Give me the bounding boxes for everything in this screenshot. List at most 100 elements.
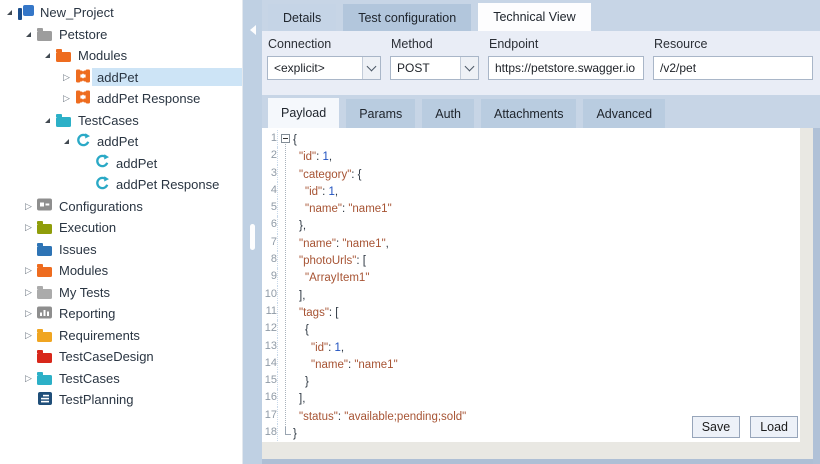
tree-item-reporting[interactable]: ▷Reporting <box>0 303 242 325</box>
folder-icon <box>37 246 52 256</box>
code-line[interactable]: 10], <box>262 286 820 303</box>
tree-item-label: addPet Response <box>111 176 224 194</box>
code-line[interactable]: 6}, <box>262 216 820 233</box>
code-line[interactable]: 15} <box>262 372 820 389</box>
tree-item-testcasedesign[interactable]: TestCaseDesign <box>0 346 242 368</box>
expand-arrow-icon[interactable]: ▷ <box>60 94 73 103</box>
testplanning-icon <box>38 392 52 408</box>
code-text: "photoUrls": [ <box>279 255 366 267</box>
code-line[interactable]: 13"id": 1, <box>262 338 820 355</box>
line-number: 7 <box>262 234 278 251</box>
project-tree: New_ProjectPetstoreModules▷addPet▷addPet… <box>0 0 242 411</box>
expand-arrow-icon[interactable]: ▷ <box>22 266 35 275</box>
dropdown-arrow-icon[interactable] <box>362 57 380 79</box>
tree-item-testcases[interactable]: TestCases <box>0 110 242 132</box>
expand-arrow-icon[interactable]: ▷ <box>22 331 35 340</box>
code-line[interactable]: 3"category": { <box>262 165 820 182</box>
tree-item-addpet-response[interactable]: addPet Response <box>0 174 242 196</box>
code-text: "id": 1, <box>279 151 332 163</box>
collapse-arrow-icon[interactable] <box>41 53 54 58</box>
editor-scrollbar[interactable] <box>800 128 813 442</box>
line-number: 16 <box>262 389 278 406</box>
save-button[interactable]: Save <box>692 416 741 438</box>
tree-item-label: addPet Response <box>92 90 205 108</box>
collapse-arrow-icon[interactable] <box>60 139 73 144</box>
folder-tab <box>37 28 43 31</box>
code-line[interactable]: 7"name": "name1", <box>262 234 820 251</box>
tree-item-addpet-response[interactable]: ▷ addPet Response <box>0 88 242 110</box>
tree-item-label: TestPlanning <box>54 391 138 409</box>
code-text: "category": { <box>279 169 362 181</box>
project-tree-panel: New_ProjectPetstoreModules▷addPet▷addPet… <box>0 0 243 464</box>
tab-test-configuration[interactable]: Test configuration <box>343 4 471 31</box>
line-number: 8 <box>262 251 278 268</box>
tree-item-label: Execution <box>54 219 121 237</box>
collapse-arrow-icon[interactable] <box>22 32 35 37</box>
tree-item-modules[interactable]: Modules <box>0 45 242 67</box>
window-frame-bottom <box>262 459 820 464</box>
tree-item-configurations[interactable]: ▷Configurations <box>0 196 242 218</box>
tree-item-my-tests[interactable]: ▷My Tests <box>0 282 242 304</box>
code-line[interactable]: 1{ <box>262 130 820 147</box>
tree-item-addpet[interactable]: addPet <box>0 131 242 153</box>
tab-attachments[interactable]: Attachments <box>481 99 576 128</box>
tree-item-addpet[interactable]: addPet <box>0 153 242 175</box>
tree-item-execution[interactable]: ▷ Execution <box>0 217 242 239</box>
code-line[interactable]: 12{ <box>262 320 820 337</box>
code-line[interactable]: 14"name": "name1" <box>262 355 820 372</box>
panel-splitter[interactable] <box>243 0 262 464</box>
tab-payload[interactable]: Payload <box>268 98 339 128</box>
code-line[interactable]: 4"id": 1, <box>262 182 820 199</box>
code-line[interactable]: 5"name": "name1" <box>262 199 820 216</box>
line-number: 2 <box>262 147 278 164</box>
folder-tab <box>37 329 43 332</box>
tree-item-testplanning[interactable]: TestPlanning <box>0 389 242 411</box>
load-button[interactable]: Load <box>750 416 798 438</box>
tree-item-label: Requirements <box>54 326 145 344</box>
folder-icon <box>37 31 52 41</box>
code-line[interactable]: 16], <box>262 389 820 406</box>
tab-advanced[interactable]: Advanced <box>583 99 665 128</box>
collapse-arrow-icon[interactable] <box>3 10 16 15</box>
expand-arrow-icon[interactable]: ▷ <box>22 223 35 232</box>
tab-params[interactable]: Params <box>346 99 415 128</box>
connection-select[interactable]: <explicit> <box>267 56 381 80</box>
tab-technical-view[interactable]: Technical View <box>478 3 590 31</box>
tree-item-new_project[interactable]: New_Project <box>0 2 242 24</box>
collapse-arrow-icon[interactable] <box>41 118 54 123</box>
tree-item-issues[interactable]: Issues <box>0 239 242 261</box>
tab-auth[interactable]: Auth <box>422 99 474 128</box>
fold-toggle-icon[interactable] <box>281 134 290 143</box>
line-number: 5 <box>262 199 278 216</box>
expand-arrow-icon[interactable]: ▷ <box>22 288 35 297</box>
code-line[interactable]: 2"id": 1, <box>262 147 820 164</box>
resource-input[interactable]: /v2/pet <box>653 56 813 80</box>
tree-item-label: TestCases <box>54 369 125 387</box>
code-area[interactable]: 1{2"id": 1,3"category": {4"id": 1,5"name… <box>262 128 820 441</box>
tab-details[interactable]: Details <box>268 4 336 31</box>
method-select[interactable]: POST <box>390 56 479 80</box>
tree-item-addpet[interactable]: ▷addPet <box>0 67 242 89</box>
dropdown-arrow-icon[interactable] <box>460 57 478 79</box>
payload-editor[interactable]: 1{2"id": 1,3"category": {4"id": 1,5"name… <box>262 128 820 442</box>
line-number: 13 <box>262 338 278 355</box>
endpoint-input[interactable]: https://petstore.swagger.io <box>488 56 644 80</box>
collapse-panel-icon[interactable] <box>250 25 256 35</box>
code-text: } <box>279 376 309 388</box>
code-line[interactable]: 9"ArrayItem1" <box>262 268 820 285</box>
tree-item-modules[interactable]: ▷Modules <box>0 260 242 282</box>
code-line[interactable]: 8"photoUrls": [ <box>262 251 820 268</box>
field-label: Connection <box>268 37 380 51</box>
expand-arrow-icon[interactable]: ▷ <box>22 309 35 318</box>
field-value: POST <box>391 61 460 75</box>
expand-arrow-icon[interactable]: ▷ <box>60 73 73 82</box>
tree-item-petstore[interactable]: Petstore <box>0 24 242 46</box>
expand-arrow-icon[interactable]: ▷ <box>22 202 35 211</box>
code-line[interactable]: 11"tags": [ <box>262 303 820 320</box>
tree-item-testcases[interactable]: ▷ TestCases <box>0 368 242 390</box>
expand-arrow-icon[interactable]: ▷ <box>22 374 35 383</box>
splitter-handle[interactable] <box>250 224 255 250</box>
line-number: 17 <box>262 407 278 424</box>
folder-icon <box>37 375 52 385</box>
tree-item-requirements[interactable]: ▷ Requirements <box>0 325 242 347</box>
